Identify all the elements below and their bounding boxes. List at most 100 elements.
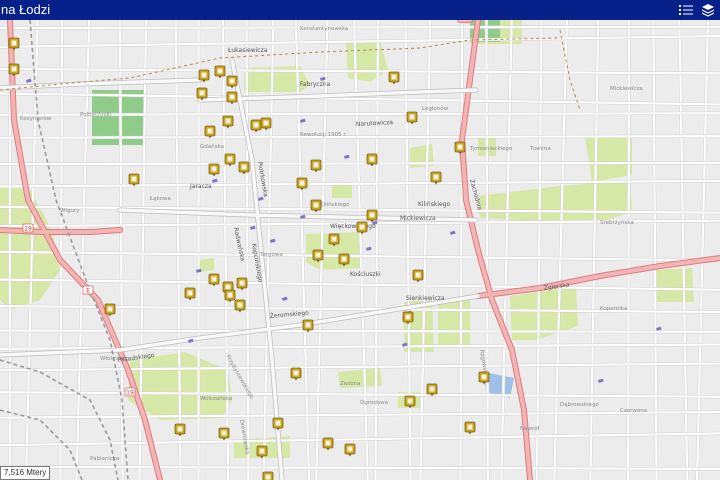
poi-marker-glyph [369, 156, 375, 162]
road-number-label: 19 [126, 390, 134, 397]
street-label: Łukasiewicza [227, 47, 268, 54]
poi-marker-glyph [429, 386, 435, 392]
poi-marker-glyph [481, 374, 487, 380]
poi-marker-glyph [225, 284, 231, 290]
road-number-label: E [86, 288, 90, 295]
poi-marker-glyph [331, 236, 337, 242]
poi-marker-glyph [131, 176, 137, 182]
poi-marker-glyph [229, 94, 235, 100]
street-label: Mickiewicza [610, 86, 643, 92]
poi-marker-glyph [299, 180, 305, 186]
street-label: Sienkiewicza [406, 295, 445, 302]
poi-marker-glyph [199, 90, 205, 96]
minor-road [485, 20, 489, 480]
street-label: Czerwona [620, 408, 647, 414]
app-title: na Łodzi [1, 2, 51, 17]
layers-icon [701, 4, 715, 17]
scale-bar: 7,516 Mtery [0, 466, 51, 480]
street-label: Pabianicka [90, 456, 119, 462]
poi-marker-glyph [225, 118, 231, 124]
poi-marker-glyph [259, 448, 265, 454]
poi-marker-glyph [341, 256, 347, 262]
street-label: Konstantynowska [300, 26, 348, 32]
poi-marker-glyph [207, 128, 213, 134]
scale-label: 7,516 Mtery [4, 468, 47, 477]
poi-marker-glyph [313, 162, 319, 168]
poi-marker-glyph [107, 306, 113, 312]
poi-marker-glyph [415, 272, 421, 278]
road-number-label: 19 [24, 226, 32, 233]
street-label: Srebrzyńska [600, 219, 634, 226]
poi-marker-glyph [315, 252, 321, 258]
poi-marker-glyph [457, 144, 463, 150]
legend-button[interactable] [676, 0, 696, 20]
poi-marker-glyph [275, 420, 281, 426]
street-label: Włókniarzy [100, 355, 131, 362]
poi-marker-glyph [201, 72, 207, 78]
street-label: Tuwima [529, 146, 551, 152]
poi-marker-glyph [227, 292, 233, 298]
poi-marker-glyph [325, 440, 331, 446]
street-label: Nawrot [520, 426, 540, 432]
title-bar: na Łodzi [0, 0, 720, 20]
street-label: Gdańska [200, 143, 224, 150]
poi-marker-glyph [405, 314, 411, 320]
poi-marker-glyph [265, 474, 271, 480]
poi-marker-glyph [217, 68, 223, 74]
poi-marker-glyph [237, 302, 243, 308]
park-area [654, 268, 694, 302]
street-label: Łąkowa [149, 196, 171, 202]
poi-marker-glyph [305, 322, 311, 328]
poi-marker-glyph [11, 66, 17, 72]
poi-marker-glyph [391, 74, 397, 80]
poi-marker-glyph [221, 430, 227, 436]
street-label: Jaracza [189, 183, 212, 190]
street-label: Wólczańska [200, 395, 232, 402]
street-label: Kosynierów [20, 115, 52, 122]
poi-marker-glyph [11, 40, 17, 46]
street-label: Tymienieckiego [469, 146, 513, 152]
poi-marker-glyph [409, 114, 415, 120]
street-label: Legionów [422, 105, 449, 112]
poi-marker-glyph [369, 212, 375, 218]
minor-road [0, 161, 720, 166]
minor-road [0, 135, 720, 139]
street-label: Rewolucji 1905 r. [300, 132, 347, 138]
street-label: Wigury [60, 208, 80, 214]
poi-marker-glyph [467, 424, 473, 430]
street-label: Kościuszki [350, 271, 381, 278]
street-label: Kilińskiego [320, 201, 350, 208]
poi-marker-glyph [347, 446, 353, 452]
layers-button[interactable] [698, 0, 718, 20]
street-label: Fabryczna [300, 81, 331, 88]
poi-marker-glyph [359, 224, 365, 230]
main-road [0, 228, 122, 234]
street-label: Targowa [259, 252, 283, 258]
poi-marker-glyph [239, 280, 245, 286]
park-area [585, 134, 632, 182]
street-label: Kopernika [600, 306, 627, 312]
poi-marker-glyph [263, 120, 269, 126]
poi-marker-glyph [433, 174, 439, 180]
street-label: Kilińskiego [418, 201, 451, 208]
map-canvas[interactable]: ŁukasiewiczaFabrycznaPiotrkowskaNarutowi… [0, 20, 720, 480]
street-label: Ogrodowa [360, 400, 388, 406]
poi-marker-glyph [211, 166, 217, 172]
poi-marker-glyph [211, 276, 217, 282]
poi-marker-glyph [293, 370, 299, 376]
poi-marker-glyph [177, 426, 183, 432]
poi-marker[interactable] [262, 471, 274, 480]
poi-marker-glyph [407, 398, 413, 404]
poi-marker-glyph [229, 78, 235, 84]
park-area [438, 300, 470, 348]
poi-marker-glyph [253, 122, 259, 128]
street-label: Zielona [340, 381, 360, 387]
minor-road [0, 25, 720, 30]
list-icon [679, 5, 693, 15]
street-label: Dąbrowskiego [560, 402, 600, 408]
poi-marker-glyph [227, 156, 233, 162]
street-label: Politechniki [80, 112, 112, 118]
poi-marker-glyph [187, 290, 193, 296]
street-label: Mickiewicza [400, 215, 436, 222]
park-area [200, 258, 214, 272]
